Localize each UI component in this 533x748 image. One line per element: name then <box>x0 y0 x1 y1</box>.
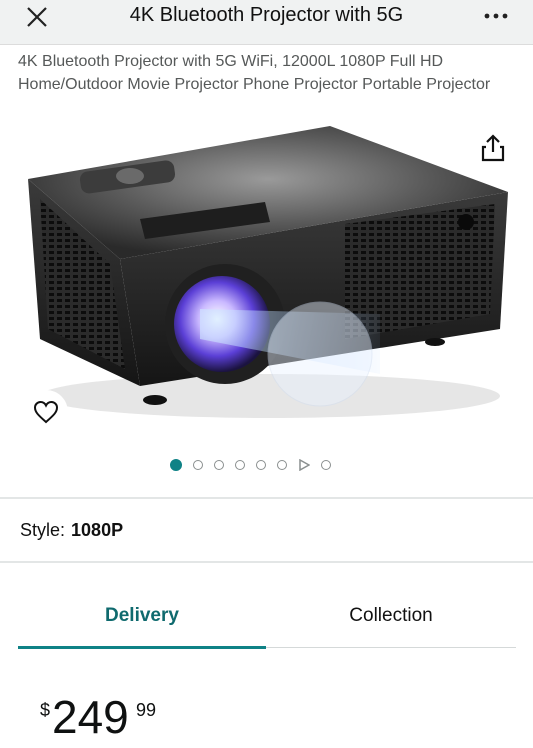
carousel-dot[interactable] <box>214 460 224 470</box>
carousel-dot[interactable] <box>193 460 203 470</box>
product-title: 4K Bluetooth Projector with 5G WiFi, 120… <box>18 53 491 93</box>
projector-image[interactable] <box>0 124 533 444</box>
carousel-indicator <box>170 456 331 474</box>
heart-icon <box>33 400 59 424</box>
carousel-dot[interactable] <box>235 460 245 470</box>
share-icon[interactable] <box>480 133 506 163</box>
carousel-dot[interactable] <box>321 460 331 470</box>
top-bar: 4K Bluetooth Projector with 5G <box>0 0 533 45</box>
price-currency: $ <box>40 700 51 720</box>
carousel-dot[interactable] <box>170 459 182 471</box>
close-icon[interactable] <box>24 4 50 30</box>
page-title: 4K Bluetooth Projector with 5G <box>129 4 404 26</box>
style-label: Style: <box>20 520 66 540</box>
more-options-icon[interactable] <box>481 2 511 28</box>
tab-delivery[interactable]: Delivery <box>18 596 266 646</box>
divider <box>0 561 533 563</box>
tab-collection[interactable]: Collection <box>266 596 516 646</box>
divider <box>0 497 533 499</box>
price-whole: 249 <box>52 691 129 743</box>
price-fraction: 99 <box>136 700 157 720</box>
wishlist-button[interactable] <box>24 390 68 434</box>
active-tab-indicator <box>18 646 266 649</box>
carousel-dot[interactable] <box>277 460 287 470</box>
fulfillment-tabs: Delivery Collection <box>0 596 533 649</box>
video-play-icon[interactable] <box>298 459 310 471</box>
style-value: 1080P <box>71 520 124 540</box>
style-selector[interactable]: Style: 1080P <box>20 520 123 541</box>
carousel-dot[interactable] <box>256 460 266 470</box>
